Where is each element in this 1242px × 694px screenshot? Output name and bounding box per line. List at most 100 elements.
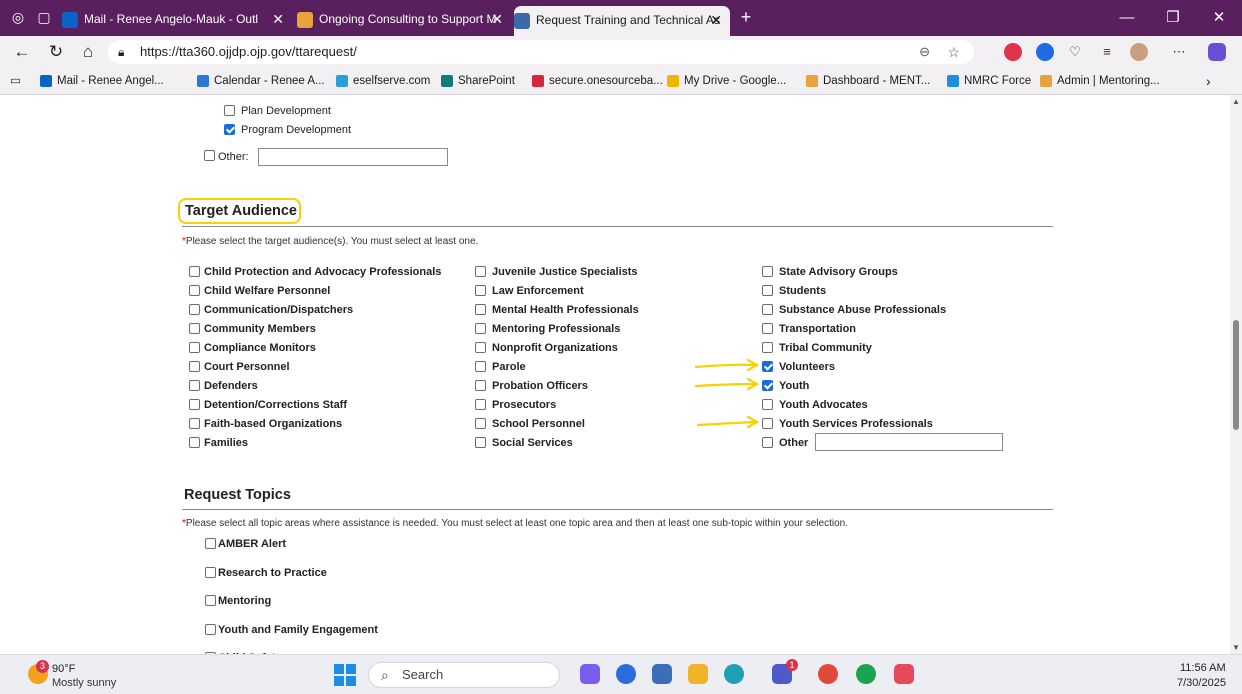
checkbox-target-audience[interactable] [475,380,486,391]
favorite-star-icon[interactable]: ☆ [947,40,960,64]
settings-more-icon[interactable]: ⋯ [1170,43,1188,61]
clock-date[interactable]: 7/30/2025 [1177,677,1226,689]
close-window-icon[interactable]: ✕ [1196,0,1242,36]
bookmark-item[interactable]: My Drive - Google... [667,72,786,90]
lock-icon[interactable]: 🔒︎ [118,40,124,64]
instruction-text: Please select all topic areas where assi… [185,518,848,529]
tab-actions-icon[interactable]: ▢ [36,9,52,25]
copilot-icon[interactable] [1208,43,1226,61]
close-tab-icon[interactable]: ✕ [710,6,722,34]
copilot-app-icon[interactable] [580,664,600,684]
zoom-app-icon[interactable] [616,664,636,684]
tab-consulting[interactable]: Ongoing Consulting to Support M ✕ [297,6,511,32]
label-prev-other: Other: [218,151,249,163]
request-topics-heading: Request Topics [184,487,291,503]
checkbox-target-audience[interactable] [475,418,486,429]
extension-red-icon[interactable] [1004,43,1022,61]
restore-icon[interactable]: ❐ [1150,0,1196,36]
arrow-to-youth-services [696,420,758,427]
checkbox-target-audience[interactable] [762,323,773,334]
minimize-icon[interactable]: — [1104,0,1150,36]
checkbox-target-audience[interactable] [475,361,486,372]
checkbox-request-topic[interactable] [205,595,216,606]
checkbox-request-topic[interactable] [205,538,216,549]
checkbox-target-audience[interactable] [762,304,773,315]
checkbox-target-audience[interactable] [189,437,200,448]
prev-other-input[interactable] [258,148,448,166]
label-target-audience: Probation Officers [492,380,588,392]
bookmark-item[interactable]: eselfserve.com [336,72,430,90]
green-app-icon[interactable] [856,664,876,684]
checkbox-target-audience[interactable] [189,361,200,372]
refresh-icon[interactable]: ↻ [46,42,66,62]
workspaces-icon[interactable]: ◎ [10,9,26,25]
back-icon[interactable]: ← [12,42,32,62]
url-field[interactable]: 🔒︎ https://tta360.ojjdp.ojp.gov/ttareque… [108,40,974,64]
checkbox-target-audience[interactable] [189,323,200,334]
target-audience-other-input[interactable] [815,433,1003,451]
bookmark-item[interactable]: SharePoint [441,72,515,90]
checkbox-target-audience[interactable] [475,285,486,296]
close-tab-icon[interactable]: ✕ [491,6,503,32]
checkbox-target-audience[interactable] [475,323,486,334]
page-content: Plan Development Program Development Oth… [0,95,1230,654]
checkbox-target-audience[interactable] [189,418,200,429]
file-explorer-icon[interactable] [688,664,708,684]
checkbox-request-topic[interactable] [205,567,216,578]
clock-time[interactable]: 11:56 AM [1180,662,1226,674]
label-request-topic: Youth and Family Engagement [218,624,378,636]
extension-blue-icon[interactable] [1036,43,1054,61]
checkbox-target-audience[interactable] [475,266,486,277]
checkbox-prev-other[interactable] [204,150,215,161]
edge-app-icon[interactable] [724,664,744,684]
scrollbar-thumb[interactable] [1233,320,1239,430]
bookmark-item[interactable]: Calendar - Renee A... [197,72,325,90]
tab-mail[interactable]: Mail - Renee Angelo-Mauk - Outl ✕ [62,6,292,32]
scroll-up-icon[interactable]: ▲ [1232,97,1240,106]
browser-essentials-icon[interactable]: ♡ [1066,43,1084,61]
taskbar-search[interactable]: ⌕ Search [368,662,560,688]
bookmarks-bar: ▭ Mail - Renee Angel... Calendar - Renee… [0,68,1242,95]
scroll-down-icon[interactable]: ▼ [1232,643,1240,652]
weather-desc[interactable]: Mostly sunny [52,677,116,689]
bookmarks-overflow-icon[interactable]: › [1206,72,1211,90]
more-tools-icon[interactable]: ⊖ [919,40,930,64]
tab-request-training[interactable]: Request Training and Technical As ✕ [514,6,730,36]
bookmarks-toggle-icon[interactable]: ▭ [10,72,21,90]
checkbox-target-audience[interactable] [189,342,200,353]
checkbox-target-audience[interactable] [189,380,200,391]
checkbox-request-topic[interactable] [205,624,216,635]
bookmark-item[interactable]: secure.onesourceba... [532,72,663,90]
chrome-app-icon[interactable] [818,664,838,684]
checkbox-target-audience[interactable] [189,285,200,296]
checkbox-target-audience[interactable] [475,437,486,448]
home-icon[interactable]: ⌂ [78,42,98,62]
snipping-tool-icon[interactable] [652,664,672,684]
close-tab-icon[interactable]: ✕ [272,6,284,32]
checkbox-target-audience[interactable] [189,266,200,277]
favorites-icon[interactable]: ≡ [1098,43,1116,61]
red-app-icon[interactable] [894,664,914,684]
profile-avatar[interactable] [1130,43,1148,61]
checkbox-target-audience[interactable] [762,266,773,277]
checkbox-program-development[interactable] [224,124,235,135]
checkbox-target-audience[interactable] [762,285,773,296]
bookmark-item[interactable]: Dashboard - MENT... [806,72,930,90]
bookmark-item[interactable]: NMRC Force [947,72,1031,90]
new-tab-button[interactable]: + [738,8,754,26]
checkbox-target-audience[interactable] [189,399,200,410]
bookmark-item[interactable]: Mail - Renee Angel... [40,72,164,90]
windows-start-icon[interactable] [334,664,356,686]
checkbox-target-audience[interactable] [762,437,773,448]
bookmark-item[interactable]: Admin | Mentoring... [1040,72,1160,90]
checkbox-target-audience[interactable] [189,304,200,315]
checkbox-target-audience[interactable] [475,399,486,410]
checkbox-plan-development[interactable] [224,105,235,116]
checkbox-target-audience[interactable] [475,304,486,315]
label-target-audience: Youth Advocates [779,399,868,411]
page-scrollbar[interactable]: ▲ ▼ [1230,95,1242,654]
checkbox-target-audience[interactable] [762,342,773,353]
weather-temp[interactable]: 90°F [52,663,75,675]
bookmark-label: eselfserve.com [353,75,431,87]
checkbox-target-audience[interactable] [475,342,486,353]
